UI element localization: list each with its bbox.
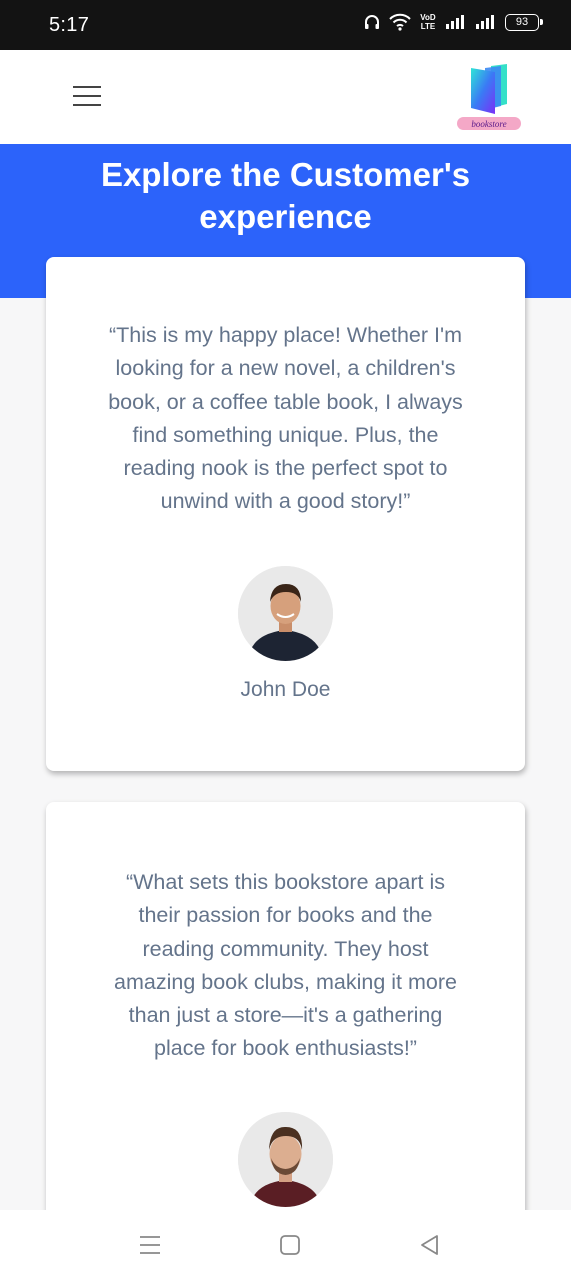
network-label: VoD LTE [420,13,436,31]
home-icon[interactable] [277,1232,303,1258]
navbar: bookstore [0,50,571,144]
avatar-portrait-icon [238,566,333,661]
status-time: 5:17 [49,14,90,36]
testimonial-card: “This is my happy place! Whether I'm loo… [46,257,525,771]
logo-text: bookstore [471,119,506,129]
headphones-icon [365,15,379,29]
back-icon[interactable] [417,1232,443,1258]
wifi-icon [389,13,411,31]
recents-icon[interactable] [137,1232,163,1258]
testimonial-quote: “What sets this bookstore apart is their… [114,870,457,1061]
status-icons: VoD LTE 93 [363,13,543,31]
page-title: Explore the Customer's experience [100,156,471,235]
battery-icon: 93 [505,13,543,31]
system-navigation-bar [0,1210,571,1280]
signal-icon-2 [476,15,494,29]
bookstore-logo[interactable]: bookstore [455,62,523,132]
testimonial-card: “What sets this bookstore apart is their… [46,802,525,1252]
testimonial-quote: “This is my happy place! Whether I'm loo… [108,323,463,514]
avatar-portrait-icon [238,1112,333,1207]
status-bar: 5:17 VoD LTE 93 [0,0,571,50]
avatar [238,1112,333,1207]
signal-icon [446,15,464,29]
testimonial-author: John Doe [240,678,331,701]
avatar [238,566,333,661]
hamburger-menu-icon[interactable] [73,84,101,108]
